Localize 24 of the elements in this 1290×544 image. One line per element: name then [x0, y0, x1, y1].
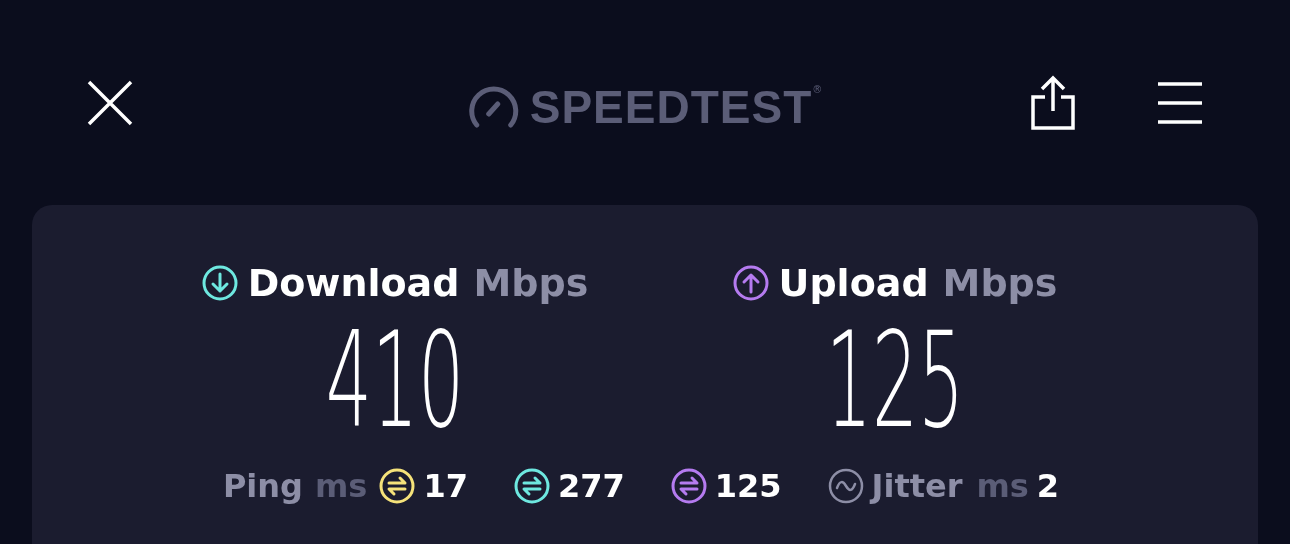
trademark-sign: ®: [812, 84, 823, 95]
close-button[interactable]: [86, 78, 134, 127]
share-icon: [1030, 74, 1076, 131]
gauge-icon: [467, 85, 520, 129]
ping-value: 277: [557, 467, 625, 505]
jitter-value: 2: [1036, 467, 1060, 505]
speed-value: 125: [825, 314, 965, 446]
unit-label: Mbps: [942, 261, 1058, 305]
close-icon: [86, 78, 134, 127]
speed-value: 410: [325, 314, 465, 446]
menu-button[interactable]: [1158, 80, 1202, 125]
unit-label: Mbps: [473, 261, 589, 305]
share-button[interactable]: [1030, 74, 1076, 131]
ping-value: 17: [423, 467, 468, 505]
wave-icon: [827, 468, 864, 504]
result-label: Download: [247, 261, 460, 305]
result-label: Upload: [778, 261, 929, 305]
unit-label: ms: [976, 467, 1029, 505]
ping-value: 125: [714, 467, 782, 505]
ping-label: Ping: [222, 467, 303, 505]
menu-icon: [1158, 80, 1202, 125]
logo-text: SPEEDTEST: [529, 80, 813, 134]
jitter-label: Jitter: [871, 467, 963, 505]
unit-label: ms: [315, 467, 368, 505]
